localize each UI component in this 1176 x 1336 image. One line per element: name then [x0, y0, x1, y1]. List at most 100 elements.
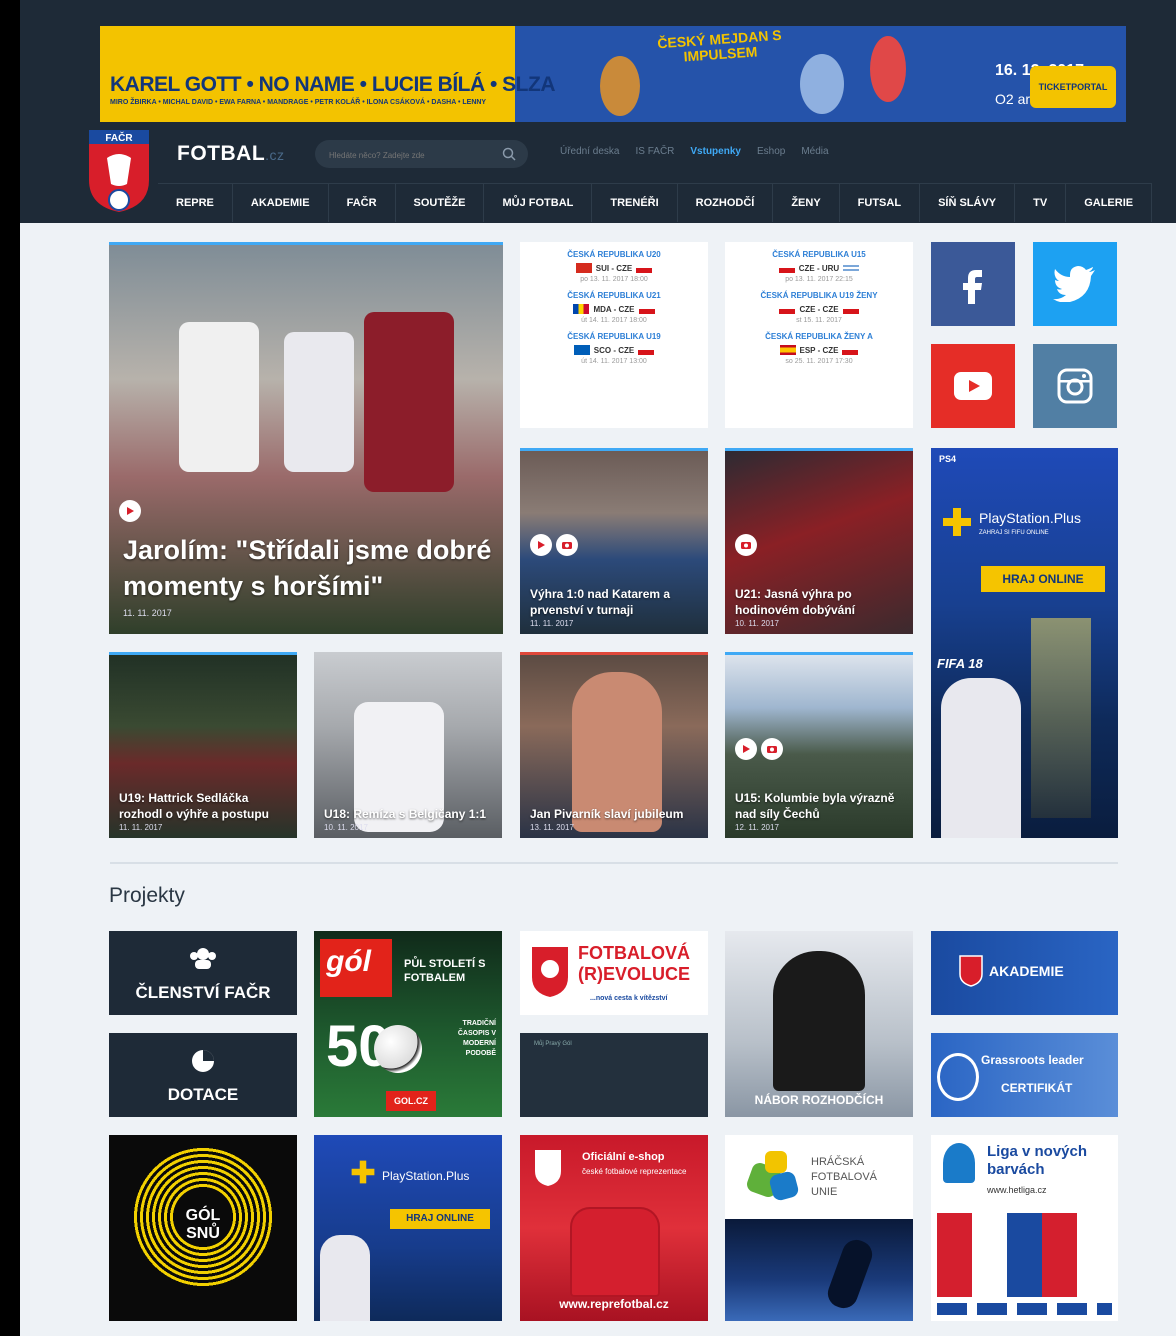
gol-snu-tile[interactable]: GÓL SNŮ	[109, 1135, 297, 1321]
article-badges	[735, 738, 783, 760]
article-title[interactable]: Jan Pivarník slaví jubileum	[530, 806, 700, 822]
gol-tile[interactable]: gól PŮL STOLETÍ S FOTBALEM 50 TRADIČNÍ Č…	[314, 931, 502, 1117]
twitter-button[interactable]	[1033, 242, 1117, 326]
grassroots-cert: CERTIFIKÁT	[1001, 1081, 1073, 1095]
players-strip	[937, 1213, 1112, 1297]
match-item[interactable]: ČESKÁ REPUBLIKA U19 ŽENY CZE - CZE st 15. …	[725, 291, 913, 324]
playstation-tile[interactable]: PlayStation.Plus HRAJ ONLINE	[314, 1135, 502, 1321]
ticket-logo: TICKETPORTAL	[1030, 66, 1116, 108]
match-item[interactable]: ČESKÁ REPUBLIKA ŽENY A ESP - CZE so 25. 11…	[725, 332, 913, 365]
player-shirt	[179, 322, 259, 472]
twitter-icon	[1053, 266, 1095, 302]
eshop-tile[interactable]: Oficiální e-shop české fotbalové repreze…	[520, 1135, 708, 1321]
grassroots-tile[interactable]: Grassroots leader CERTIFIKÁT	[931, 1033, 1118, 1117]
instagram-button[interactable]	[1033, 344, 1117, 428]
article-badges	[119, 500, 141, 522]
match-item[interactable]: ČESKÁ REPUBLIKA U19 SCO - CZE út 14. 11. 2…	[520, 332, 708, 365]
nav-galerie[interactable]: GALERIE	[1066, 184, 1153, 222]
card-accent-line	[520, 448, 708, 451]
article-title[interactable]: U18: Remíza s Belgičany 1:1	[324, 806, 494, 822]
player-figure	[320, 1235, 370, 1321]
card-accent-line	[725, 652, 913, 655]
ps2-cta-button[interactable]: HRAJ ONLINE	[390, 1209, 490, 1229]
flag-icon	[638, 345, 655, 355]
muj-fotbal-tile[interactable]: Můj Pravý Gól	[520, 1033, 708, 1117]
psplus-icon	[351, 1160, 375, 1184]
article-date: 11. 11. 2017	[119, 823, 163, 832]
site-name[interactable]: FOTBAL.cz	[177, 142, 285, 166]
article-card[interactable]: U19: Hattrick Sedláčka rozhodl o výhře a…	[109, 652, 297, 838]
article-date: 12. 11. 2017	[735, 823, 779, 832]
video-icon	[119, 500, 141, 522]
article-title[interactable]: U19: Hattrick Sedláčka rozhodl o výhře a…	[119, 790, 289, 822]
unie-tile[interactable]: HRÁČSKÁ FOTBALOVÁ UNIE	[725, 1135, 913, 1219]
uefa-emblem-icon	[937, 1053, 979, 1101]
dotace-tile[interactable]: DOTACE	[109, 1033, 297, 1117]
main-article-card[interactable]: Jarolím: "Střídali jsme dobré momenty s …	[109, 242, 503, 634]
article-card[interactable]: U21: Jasná výhra po hodinovém dobývání 1…	[725, 448, 913, 634]
grassroots-label: Grassroots leader	[981, 1053, 1084, 1067]
nav-souteze[interactable]: SOUTĚŽE	[396, 184, 485, 222]
article-card[interactable]: Jan Pivarník slaví jubileum 13. 11. 2017	[520, 652, 708, 838]
gol-url-button[interactable]: GOL.CZ	[386, 1091, 436, 1111]
nav-akademie[interactable]: AKADEMIE	[233, 184, 329, 222]
football-photo-tile[interactable]	[725, 1219, 913, 1321]
het-liga-tile[interactable]: Liga v nových barvách www.hetliga.cz	[931, 1135, 1118, 1321]
article-card[interactable]: U18: Remíza s Belgičany 1:1 10. 11. 2017	[314, 652, 502, 838]
playstation-ad[interactable]: PS4 PlayStation.Plus ZAHRAJ SI FIFU ONLI…	[931, 448, 1118, 838]
flag-icon	[638, 304, 655, 314]
akademie-tile[interactable]: AKADEMIE	[931, 931, 1118, 1015]
facr-logo[interactable]: FAČR	[87, 128, 151, 214]
toplink-media[interactable]: Média	[801, 146, 828, 157]
nav-futsal[interactable]: FUTSAL	[840, 184, 921, 222]
facebook-button[interactable]	[931, 242, 1015, 326]
flag-icon	[573, 304, 590, 314]
projects-heading: Projekty	[109, 884, 185, 907]
nav-repre[interactable]: REPRE	[158, 184, 233, 222]
nav-zeny[interactable]: ŽENY	[773, 184, 840, 222]
youtube-button[interactable]	[931, 344, 1015, 428]
toplink-is-facr[interactable]: IS FAČR	[635, 146, 674, 157]
main-article-title[interactable]: Jarolím: "Střídali jsme dobré momenty s …	[123, 532, 495, 604]
search-icon[interactable]	[502, 147, 516, 161]
nav-rozhodci[interactable]: ROZHODČÍ	[678, 184, 774, 222]
nav-tv[interactable]: TV	[1015, 184, 1067, 222]
nav-treneri[interactable]: TRENÉŘI	[592, 184, 678, 222]
article-card[interactable]: U15: Kolumbie byla výrazně nad síly Čech…	[725, 652, 913, 838]
article-title[interactable]: U15: Kolumbie byla výrazně nad síly Čech…	[735, 790, 905, 822]
ps2-brand: PlayStation.Plus	[382, 1169, 470, 1183]
toplink-uredni-deska[interactable]: Úřední deska	[560, 146, 619, 157]
toplink-vstupenky[interactable]: Vstupenky	[690, 146, 741, 157]
nav-sin-slavy[interactable]: SÍŇ SLÁVY	[920, 184, 1016, 222]
article-card[interactable]: Výhra 1:0 nad Katarem a prvenství v turn…	[520, 448, 708, 634]
match-item[interactable]: ČESKÁ REPUBLIKA U15 CZE - URU po 13. 11. 2…	[725, 250, 913, 283]
match-item[interactable]: ČESKÁ REPUBLIKA U21 MDA - CZE út 14. 11. 2…	[520, 291, 708, 324]
nav-muj-fotbal[interactable]: MŮJ FOTBAL	[484, 184, 593, 222]
site-header: KAREL GOTT • NO NAME • LUCIE BÍLÁ • SLZA…	[20, 0, 1176, 223]
hraj-online-button[interactable]: HRAJ ONLINE	[981, 566, 1105, 592]
article-title[interactable]: U21: Jasná výhra po hodinovém dobývání	[735, 586, 905, 618]
main-article-date: 11. 11. 2017	[123, 608, 172, 618]
banner-figure	[870, 36, 906, 102]
dotace-label: DOTACE	[167, 1085, 239, 1104]
flag-icon	[778, 263, 795, 273]
eshop-sub: české fotbalové reprezentace	[582, 1167, 687, 1176]
banner-figure	[600, 56, 640, 116]
video-icon	[735, 738, 757, 760]
player-silhouette	[823, 1235, 877, 1313]
matches-box-left: ČESKÁ REPUBLIKA U20 SUI - CZE po 13. 11. 2…	[520, 242, 708, 428]
gol-sub: TRADIČNÍ ČASOPIS V MODERNÍ PODOBĚ	[457, 1020, 496, 1057]
main-nav: REPRE AKADEMIE FAČR SOUTĚŽE MŮJ FOTBAL T…	[158, 183, 1153, 222]
revoluce-tile[interactable]: FOTBALOVÁ (R)EVOLUCE ...nová cesta k vít…	[520, 931, 708, 1015]
fifa-label: FIFA 18	[937, 656, 983, 671]
nav-facr[interactable]: FAČR	[329, 184, 396, 222]
search-input[interactable]	[327, 146, 501, 164]
clenstvi-facr-tile[interactable]: ČLENSTVÍ FAČR	[109, 931, 297, 1015]
match-item[interactable]: ČESKÁ REPUBLIKA U20 SUI - CZE po 13. 11. 2…	[520, 250, 708, 283]
concert-banner-ad[interactable]: KAREL GOTT • NO NAME • LUCIE BÍLÁ • SLZA…	[100, 26, 1126, 122]
article-title[interactable]: Výhra 1:0 nad Katarem a prvenství v turn…	[530, 586, 700, 618]
het-liga-logo	[943, 1143, 975, 1183]
banner-artists: KAREL GOTT • NO NAME • LUCIE BÍLÁ • SLZA	[110, 73, 556, 96]
nabor-tile[interactable]: NÁBOR ROZHODČÍCH	[725, 931, 913, 1117]
toplink-eshop[interactable]: Eshop	[757, 146, 785, 157]
